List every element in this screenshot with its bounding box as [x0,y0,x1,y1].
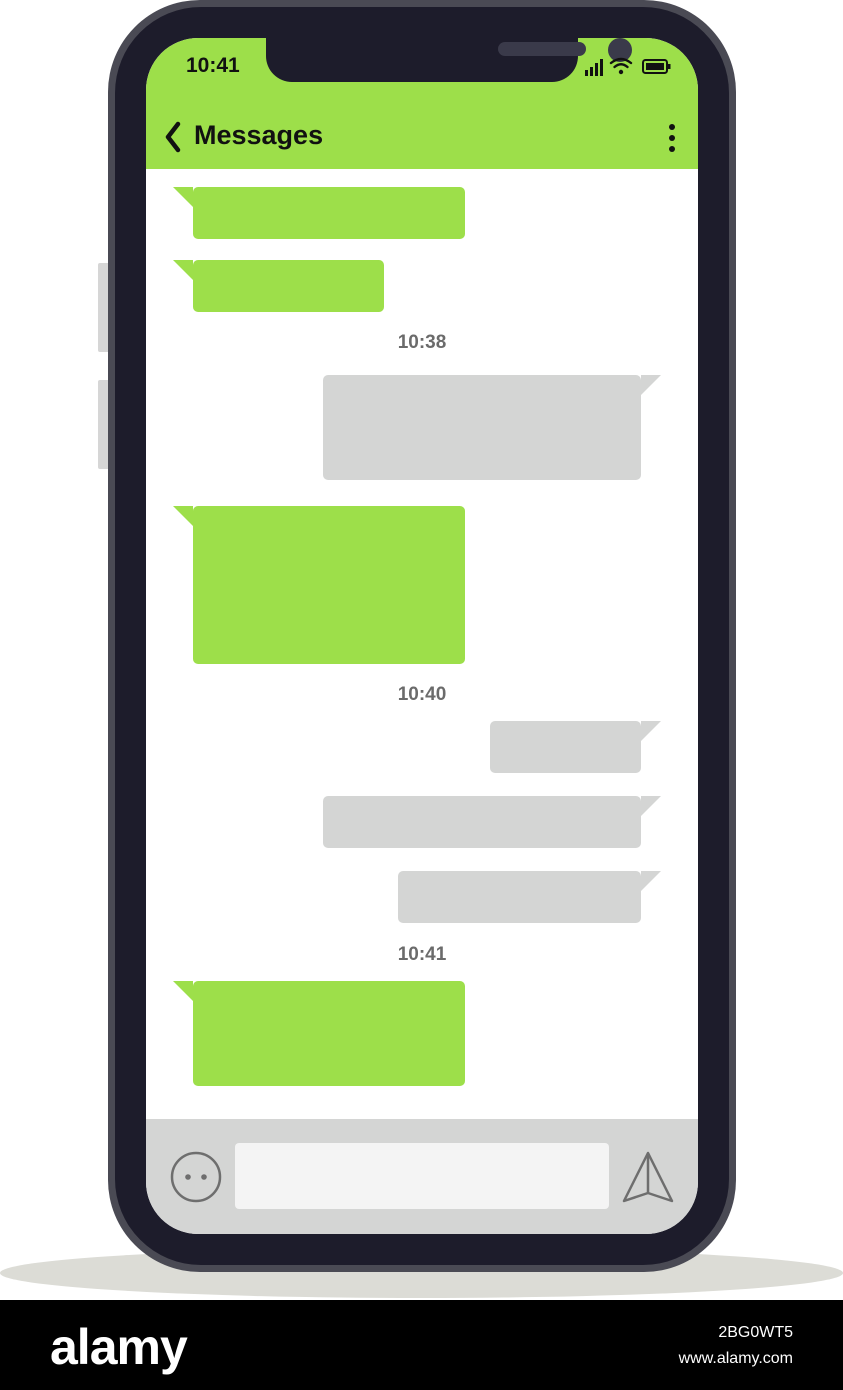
notch [266,38,632,82]
page-title: Messages [194,120,324,150]
watermark-image-id: 2BG0WT5 [718,1324,793,1341]
send-icon[interactable] [620,1149,676,1205]
wifi-icon [609,57,633,75]
compose-bar [146,1119,698,1234]
outgoing-message-bubble[interactable] [398,871,661,923]
speaker-grille [498,42,586,56]
watermark-brand: alamy [50,1319,188,1375]
incoming-message-bubble[interactable] [173,506,465,664]
outgoing-message-bubble[interactable] [490,721,661,773]
incoming-message-bubble[interactable] [173,981,465,1086]
message-input[interactable] [235,1143,609,1209]
chevron-left-icon[interactable] [162,120,184,154]
incoming-message-bubble[interactable] [173,187,465,239]
status-time: 10:41 [186,54,240,77]
timestamp: 10:38 [397,332,447,353]
phone-screen: 10:41 Messages 10:38 10:40 10:41 [146,38,698,1234]
outgoing-message-bubble[interactable] [323,375,661,480]
more-vertical-icon[interactable] [665,122,679,154]
outgoing-message-bubble[interactable] [323,796,661,848]
emoji-icon[interactable] [168,1149,224,1205]
timestamp: 10:41 [397,944,447,965]
watermark-site: www.alamy.com [678,1350,793,1367]
incoming-message-bubble[interactable] [173,260,384,312]
status-icons [585,57,671,76]
timestamp: 10:40 [397,684,447,705]
battery-icon [642,59,671,74]
app-header: 10:41 Messages [146,38,698,169]
signal-icon [585,59,603,76]
